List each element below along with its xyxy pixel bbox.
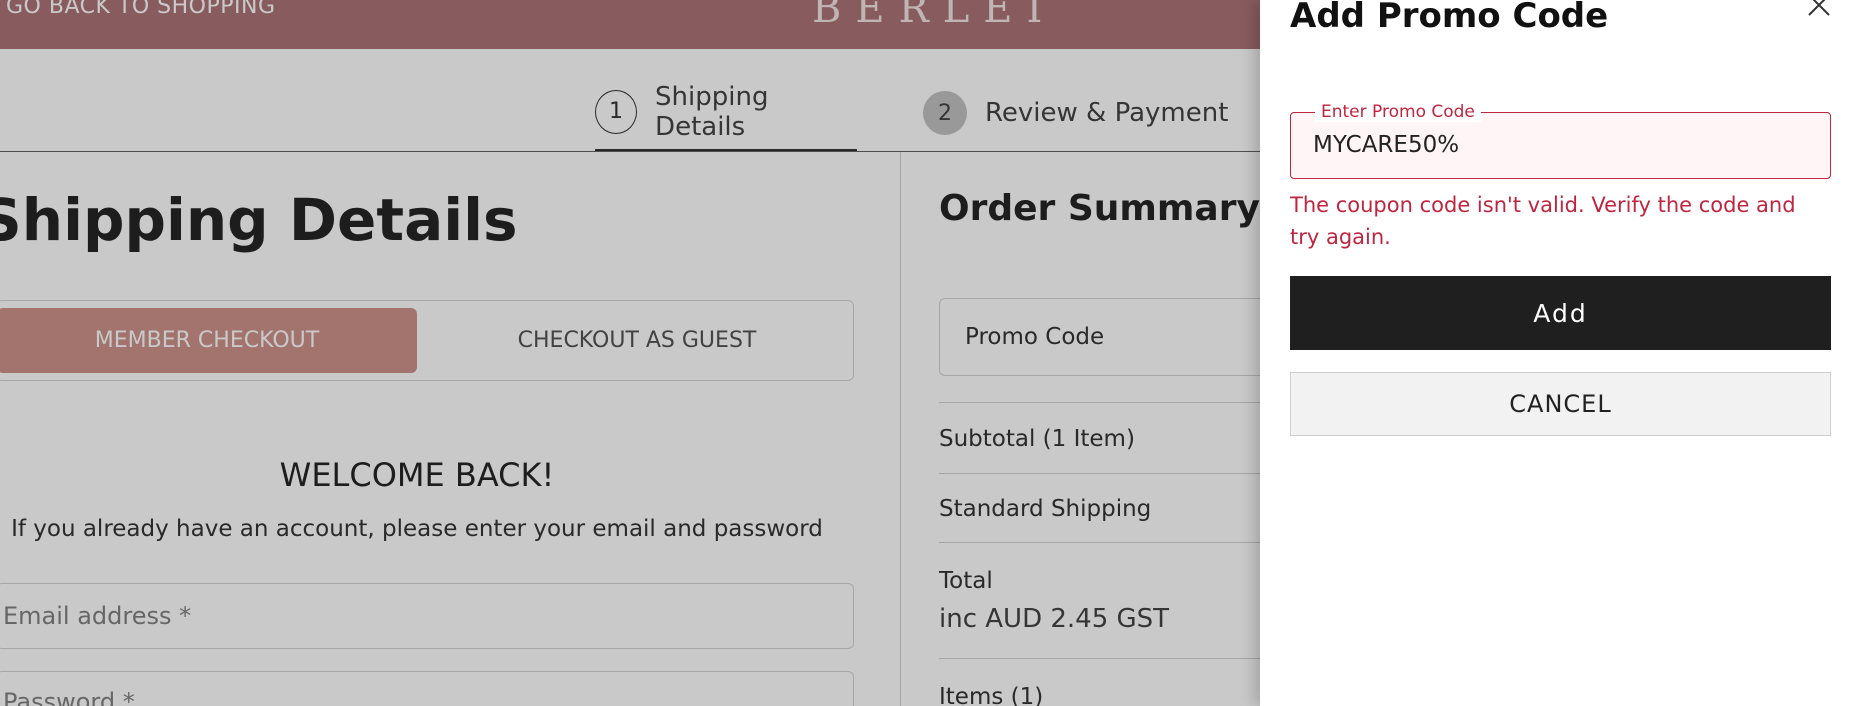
modal-backdrop[interactable] xyxy=(0,0,1260,706)
close-icon[interactable] xyxy=(1806,0,1832,18)
drawer-title: Add Promo Code xyxy=(1290,0,1609,36)
cancel-button[interactable]: CANCEL xyxy=(1290,372,1831,436)
promo-error-message: The coupon code isn't valid. Verify the … xyxy=(1290,193,1796,249)
promo-code-field: Enter Promo Code xyxy=(1290,102,1831,179)
promo-code-input[interactable] xyxy=(1313,125,1813,165)
promo-code-field-label: Enter Promo Code xyxy=(1315,102,1481,122)
add-button[interactable]: Add xyxy=(1290,276,1831,350)
promo-code-drawer: Add Promo Code Enter Promo Code The coup… xyxy=(1260,0,1849,706)
